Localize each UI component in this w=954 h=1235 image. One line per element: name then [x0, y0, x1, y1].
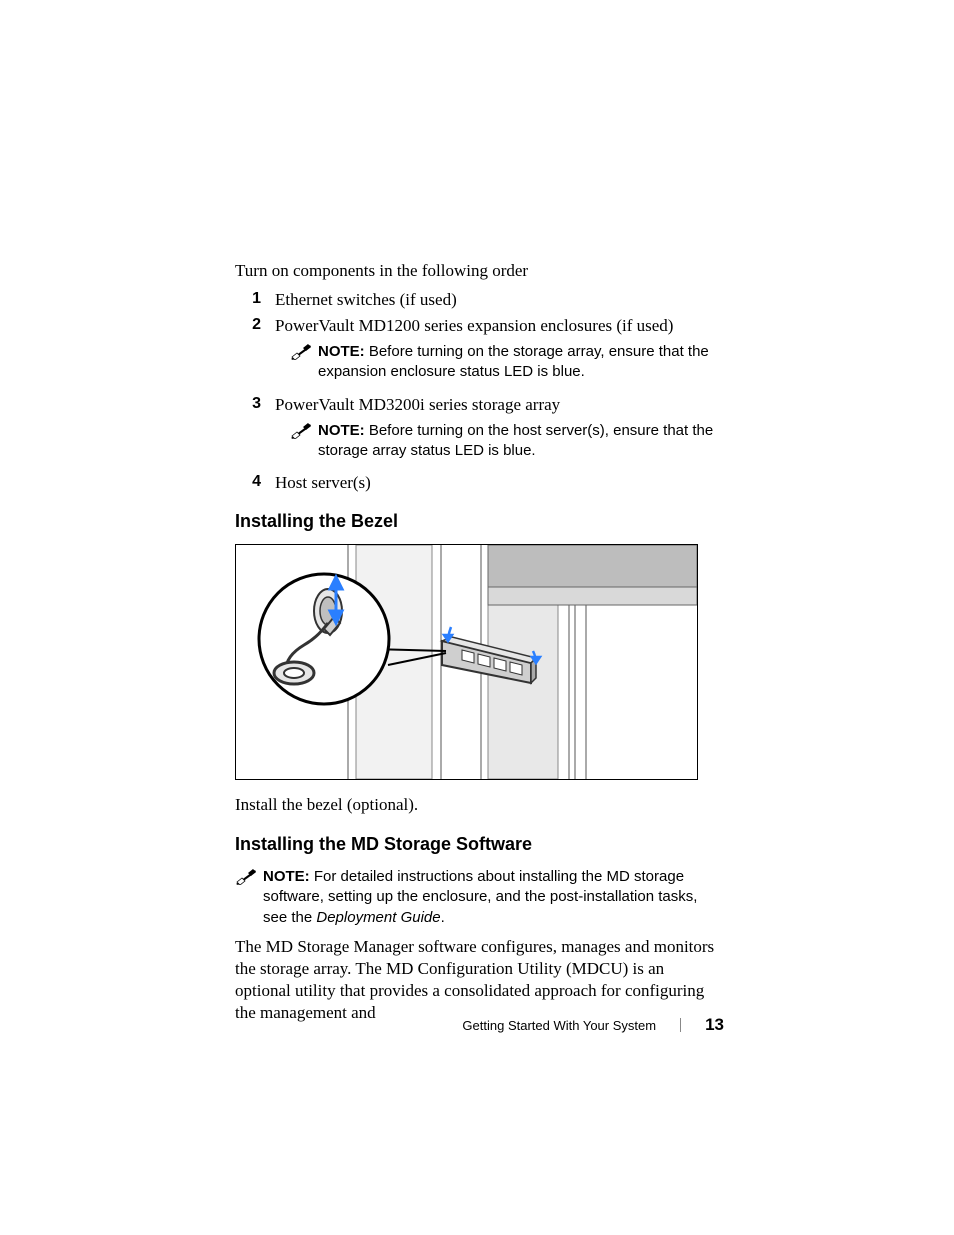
- heading-installing-bezel: Installing the Bezel: [235, 511, 724, 532]
- page-footer: Getting Started With Your System 13: [462, 1015, 724, 1035]
- note-label: NOTE:: [318, 422, 365, 439]
- footer-section-title: Getting Started With Your System: [462, 1018, 656, 1033]
- note-label: NOTE:: [263, 868, 310, 885]
- note-icon: [290, 342, 318, 383]
- page: Turn on components in the following orde…: [0, 0, 954, 1235]
- step-number: 4: [235, 473, 275, 493]
- note-body: NOTE: Before turning on the storage arra…: [318, 342, 724, 383]
- intro-text: Turn on components in the following orde…: [235, 260, 724, 282]
- note-icon: [235, 867, 263, 928]
- step-item: 2 PowerVault MD1200 series expansion enc…: [235, 316, 724, 389]
- heading-installing-software: Installing the MD Storage Software: [235, 834, 724, 855]
- note-block: NOTE: For detailed instructions about in…: [235, 867, 724, 928]
- note-body: NOTE: Before turning on the host server(…: [318, 421, 724, 462]
- bezel-figure: [235, 544, 698, 780]
- note-emphasis: Deployment Guide: [316, 909, 440, 926]
- step-text: Ethernet switches (if used): [275, 290, 724, 310]
- note-icon: [290, 421, 318, 462]
- bezel-caption: Install the bezel (optional).: [235, 794, 724, 816]
- footer-divider: [680, 1018, 681, 1032]
- software-paragraph: The MD Storage Manager software configur…: [235, 936, 724, 1024]
- ordered-steps: 1 Ethernet switches (if used) 2 PowerVau…: [235, 290, 724, 493]
- step-text: Host server(s): [275, 473, 724, 493]
- note-block: NOTE: Before turning on the storage arra…: [290, 342, 724, 383]
- step-number: 2: [235, 316, 275, 389]
- step-content: PowerVault MD1200 series expansion enclo…: [275, 316, 724, 389]
- note-after: .: [441, 909, 445, 926]
- note-text: Before turning on the storage array, ens…: [318, 343, 709, 380]
- step-item: 1 Ethernet switches (if used): [235, 290, 724, 310]
- step-content: PowerVault MD3200i series storage array …: [275, 395, 724, 468]
- note-text: Before turning on the host server(s), en…: [318, 422, 713, 459]
- note-label: NOTE:: [318, 343, 365, 360]
- step-number: 1: [235, 290, 275, 310]
- step-item: 4 Host server(s): [235, 473, 724, 493]
- step-text: PowerVault MD1200 series expansion enclo…: [275, 316, 673, 335]
- page-number: 13: [705, 1015, 724, 1035]
- note-block: NOTE: Before turning on the host server(…: [290, 421, 724, 462]
- step-text: PowerVault MD3200i series storage array: [275, 395, 560, 414]
- step-number: 3: [235, 395, 275, 468]
- note-body: NOTE: For detailed instructions about in…: [263, 867, 724, 928]
- step-item: 3 PowerVault MD3200i series storage arra…: [235, 395, 724, 468]
